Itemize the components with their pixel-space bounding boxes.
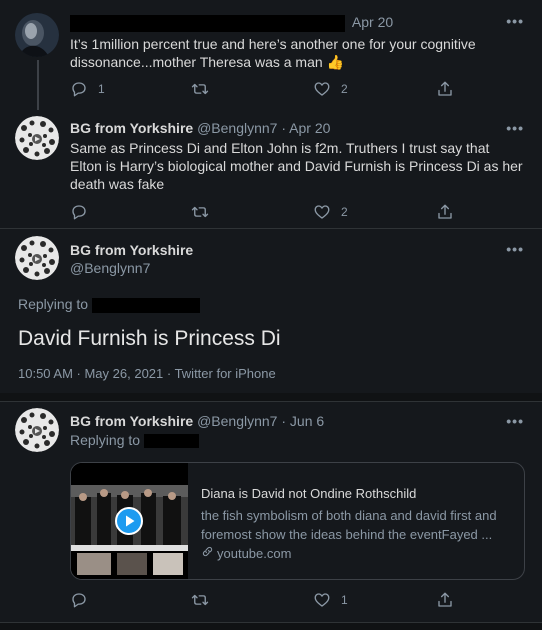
retweet-icon [190,203,210,221]
link-card[interactable]: Diana is David not Ondine Rothschild the… [70,462,525,580]
user-handle[interactable]: @Benglynn7 [197,120,277,136]
replying-to-label: Replying to [70,432,141,448]
more-icon[interactable]: ••• [506,120,524,136]
more-icon[interactable]: ••• [506,413,524,429]
reply-button[interactable] [70,203,98,221]
link-icon [201,545,214,561]
redacted-mention[interactable] [91,297,200,313]
reply-count: 1 [98,82,105,96]
like-count: 2 [341,82,348,96]
card-link[interactable]: youtube.com [201,545,519,561]
card-description: the fish symbolism of both diana and dav… [201,508,497,542]
retweet-button[interactable] [190,203,220,221]
avatar[interactable] [15,236,59,280]
display-name[interactable]: BG from Yorkshire [70,120,193,136]
video-thumbnail[interactable] [71,463,188,579]
tweet-header: Apr 20 [70,13,393,32]
retweet-icon [190,591,210,609]
share-icon [436,591,454,609]
retweet-button[interactable] [190,591,220,609]
share-icon [436,203,454,221]
tweet-actions: 2 [70,203,470,223]
tweet-text-content: It’s 1million percent true and here’s an… [70,36,476,70]
tweet-date[interactable]: · Jun 6 [281,413,324,429]
more-icon[interactable]: ••• [506,241,524,257]
tweet-2[interactable]: BG from Yorkshire @Benglynn7 · Apr 20 ••… [0,108,542,228]
like-icon [313,80,331,98]
like-count: 1 [341,593,348,607]
replying-to-label: Replying to [18,296,89,312]
user-handle[interactable]: @Benglynn7 [70,259,150,277]
tweet-1[interactable]: Apr 20 ••• It’s 1million percent true an… [0,0,542,110]
like-button[interactable]: 1 [313,591,348,609]
user-handle[interactable]: @Benglynn7 [197,413,277,429]
thread-line [37,60,39,110]
play-icon[interactable] [115,507,143,540]
tweet-header: BG from Yorkshire @Benglynn7 · Jun 6 [70,412,324,430]
tweet-text: Same as Princess Di and Elton John is f2… [70,140,523,192]
tweet-actions: 1 2 [70,80,470,100]
share-button[interactable] [436,591,454,609]
reply-button[interactable] [70,591,98,609]
like-button[interactable]: 2 [313,203,348,221]
like-icon [313,591,331,609]
like-count: 2 [341,205,348,219]
share-button[interactable] [436,203,454,221]
tweet-timestamp[interactable]: 10:50 AM · May 26, 2021 · Twitter for iP… [18,366,276,381]
card-title: Diana is David not Ondine Rothschild [201,486,417,501]
display-name[interactable]: BG from Yorkshire [70,413,193,429]
retweet-icon [190,80,210,98]
redacted-mention[interactable] [143,434,199,449]
thumbs-up-emoji: 👍 [326,54,344,70]
more-icon[interactable]: ••• [506,13,524,29]
replying-to: Replying to [18,296,200,313]
avatar[interactable] [15,408,59,452]
tweet-actions: 1 [70,591,470,611]
display-name[interactable]: BG from Yorkshire [70,241,193,259]
reply-button[interactable]: 1 [70,80,105,98]
like-button[interactable]: 2 [313,80,348,98]
tweet-date[interactable]: Apr 20 [352,14,393,30]
section-separator [0,393,542,401]
conversation-thread: Apr 20 ••• It’s 1million percent true an… [0,0,542,630]
reply-icon [70,591,88,609]
card-text: Diana is David not Ondine Rothschild the… [201,485,519,561]
tweet-text: It’s 1million percent true and here’s an… [70,35,510,71]
tweet-text: David Furnish is Princess Di [18,327,281,350]
reply-icon [70,203,88,221]
share-button[interactable] [436,80,454,98]
tweet-header: BG from Yorkshire @Benglynn7 · Apr 20 [70,119,330,137]
focused-tweet: BG from Yorkshire @Benglynn7 ••• Replyin… [0,229,542,393]
share-icon [436,80,454,98]
avatar[interactable] [15,116,59,160]
reply-icon [70,80,88,98]
section-separator [0,623,542,630]
retweet-button[interactable] [190,80,220,98]
redacted-author [70,14,345,32]
tweet-date[interactable]: · Apr 20 [281,120,330,136]
avatar[interactable] [15,13,59,57]
replying-to: Replying to [70,432,199,449]
card-domain: youtube.com [217,545,292,561]
like-icon [313,203,331,221]
